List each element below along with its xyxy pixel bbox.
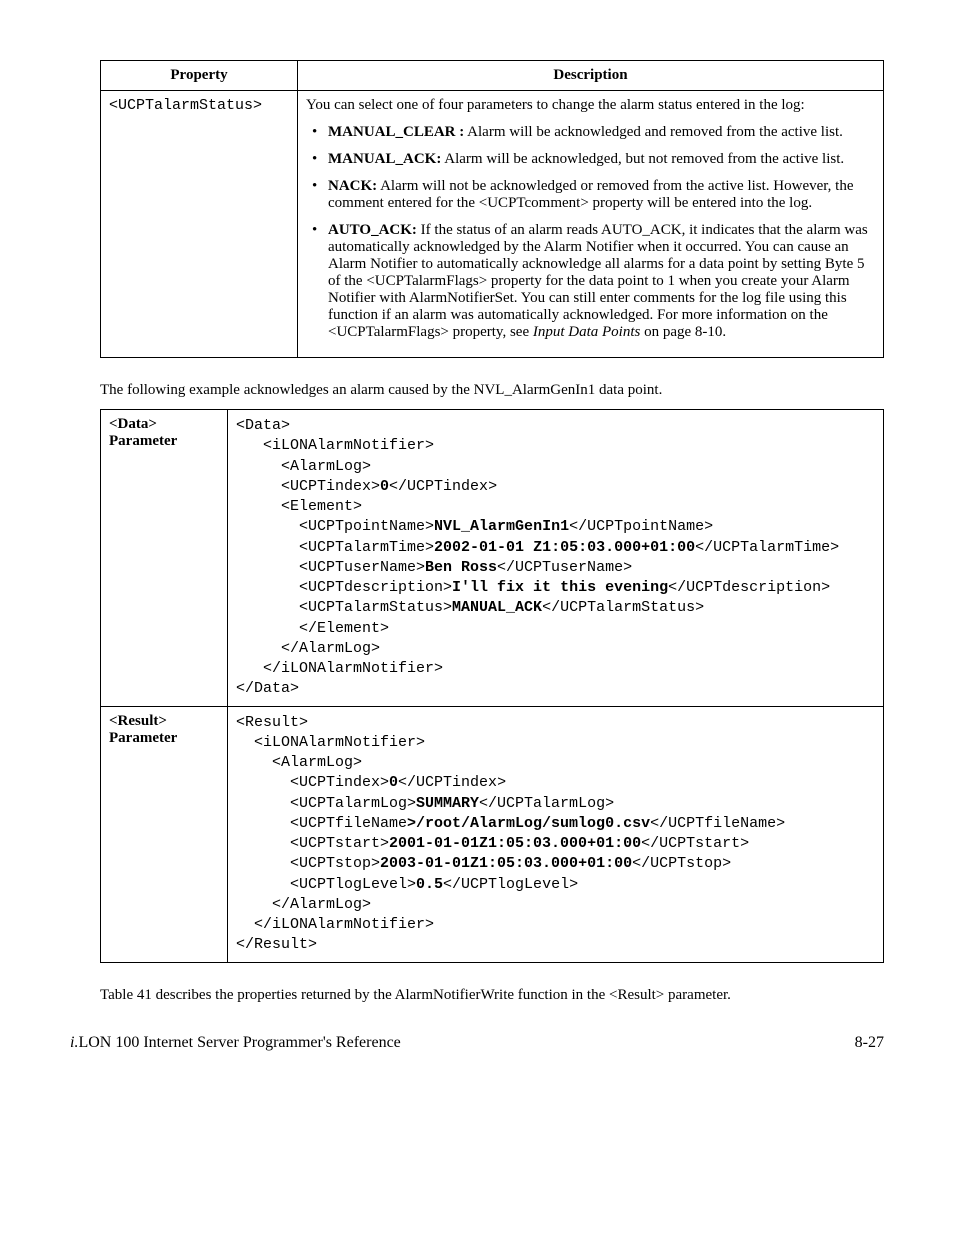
- bullet-auto-ack: AUTO_ACK: If the status of an alarm read…: [306, 222, 875, 341]
- bullet-nack: NACK: Alarm will not be acknowledged or …: [306, 178, 875, 212]
- data-param-code: <Data> <iLONAlarmNotifier> <AlarmLog> <U…: [228, 410, 884, 707]
- bullet-manual-clear: MANUAL_CLEAR : Alarm will be acknowledge…: [306, 124, 875, 141]
- th-property: Property: [101, 61, 298, 91]
- footer-page-number: 8-27: [855, 1034, 884, 1052]
- result-param-code: <Result> <iLONAlarmNotifier> <AlarmLog> …: [228, 706, 884, 962]
- bullet-manual-ack: MANUAL_ACK: Alarm will be acknowledged, …: [306, 151, 875, 168]
- result-param-label: <Result> Parameter: [101, 706, 228, 962]
- prop-desc-cell: You can select one of four parameters to…: [298, 91, 884, 358]
- footer-title: i.LON 100 Internet Server Programmer's R…: [70, 1034, 401, 1052]
- th-description: Description: [298, 61, 884, 91]
- xml-example-table: <Data> Parameter <Data> <iLONAlarmNotifi…: [100, 409, 884, 963]
- desc-intro: You can select one of four parameters to…: [306, 97, 875, 114]
- example-intro: The following example acknowledges an al…: [100, 382, 884, 399]
- prop-name-cell: <UCPTalarmStatus>: [101, 91, 298, 358]
- property-table: Property Description <UCPTalarmStatus> Y…: [100, 60, 884, 358]
- closing-para: Table 41 describes the properties return…: [100, 987, 884, 1004]
- page-footer: i.LON 100 Internet Server Programmer's R…: [70, 1034, 884, 1052]
- data-param-label: <Data> Parameter: [101, 410, 228, 707]
